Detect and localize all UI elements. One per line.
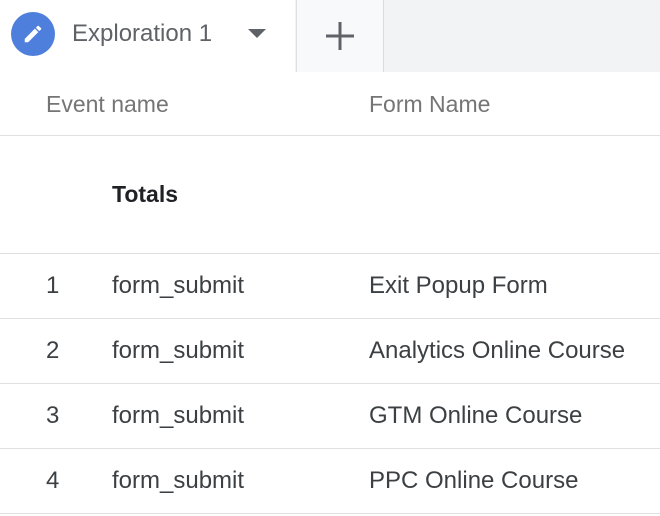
row-index: 4 <box>46 467 60 494</box>
event-name-cell: form_submit <box>112 467 245 494</box>
pencil-icon[interactable] <box>11 12 55 56</box>
tab-title: Exploration 1 <box>72 20 213 47</box>
caret-down-icon[interactable] <box>248 29 266 38</box>
event-name-cell: form_submit <box>112 272 245 299</box>
table-row[interactable]: 2 form_submit Analytics Online Course <box>0 319 660 384</box>
table-row[interactable]: 4 form_submit PPC Online Course <box>0 449 660 514</box>
row-index: 2 <box>46 337 60 364</box>
table-row[interactable]: 1 form_submit Exit Popup Form <box>0 254 660 319</box>
row-index: 1 <box>46 272 60 299</box>
table-header: Event name Form Name <box>0 72 660 136</box>
tab-bar: Exploration 1 <box>0 0 660 72</box>
form-name-cell: PPC Online Course <box>369 467 579 494</box>
add-tab-button[interactable] <box>296 0 384 72</box>
event-name-cell: form_submit <box>112 402 245 429</box>
event-name-cell: form_submit <box>112 337 245 364</box>
totals-label: Totals <box>112 181 179 207</box>
form-name-cell: GTM Online Course <box>369 402 583 429</box>
column-header-event-name[interactable]: Event name <box>46 90 169 118</box>
form-name-cell: Analytics Online Course <box>369 337 626 364</box>
form-name-cell: Exit Popup Form <box>369 272 548 299</box>
tab-exploration-1[interactable]: Exploration 1 <box>0 0 295 72</box>
totals-row: Totals <box>0 136 660 254</box>
column-header-form-name[interactable]: Form Name <box>369 90 490 118</box>
plus-icon <box>326 22 354 50</box>
table-row[interactable]: 3 form_submit GTM Online Course <box>0 384 660 449</box>
row-index: 3 <box>46 402 60 429</box>
